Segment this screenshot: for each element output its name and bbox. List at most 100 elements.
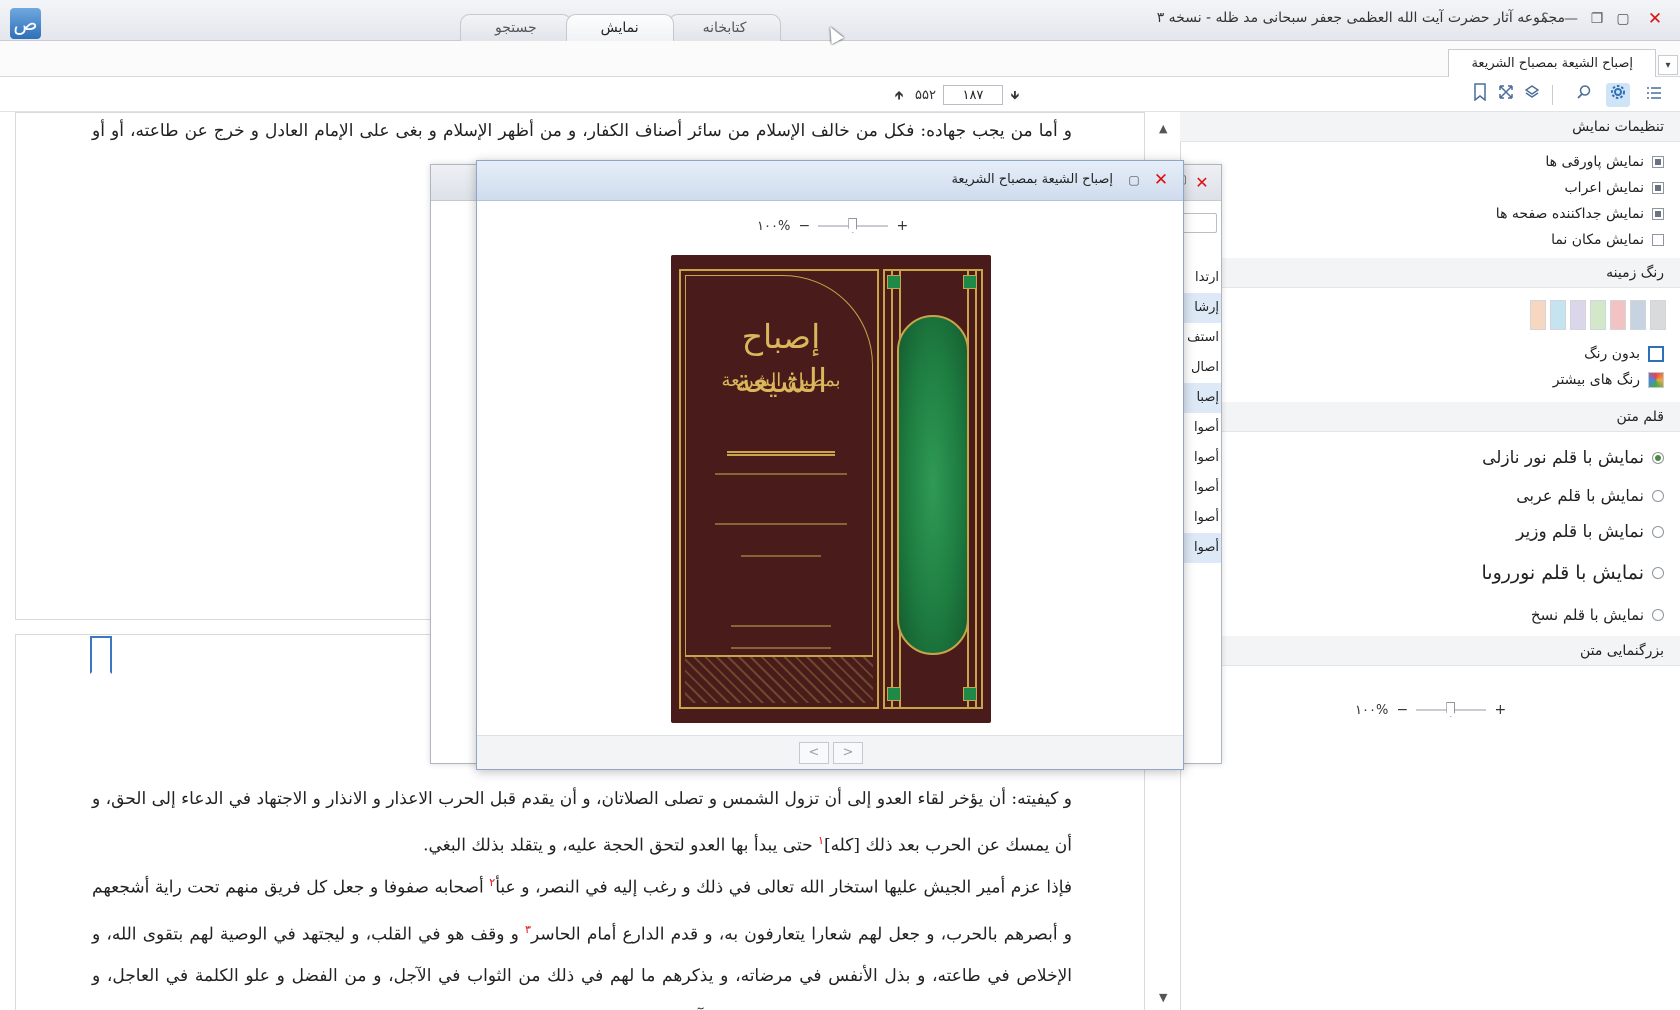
paragraph-text: و أما من يجب جهاده: فكل من خالف الإسلام … (111, 121, 1072, 141)
radio[interactable] (1652, 567, 1664, 579)
palette-icon (1648, 372, 1664, 388)
color-swatch[interactable] (1650, 300, 1666, 330)
radio[interactable] (1652, 452, 1664, 464)
font-option-naskh[interactable]: نمايش با قلم نسخ (1531, 606, 1664, 624)
logo-icon[interactable]: ص (10, 8, 41, 39)
close-icon[interactable]: ✕ (1151, 170, 1171, 190)
no-color-icon (1648, 346, 1664, 362)
dialog-title: إصباح الشيعة بمصباح الشريعة (951, 172, 1113, 187)
maximize-icon[interactable]: ▢ (1125, 171, 1143, 189)
corner-ornament (887, 275, 901, 289)
page-number-input[interactable] (942, 85, 1003, 105)
zoom-out-button[interactable]: − (796, 218, 812, 234)
zoom-slider-thumb[interactable] (1446, 702, 1456, 717)
fullscreen-icon[interactable] (1494, 83, 1518, 107)
zoom-value: ۱۰۰% (1355, 702, 1389, 718)
cover-editor-block (741, 555, 821, 575)
checkbox[interactable] (1652, 156, 1664, 168)
page-down-button[interactable]: 🡻 (1006, 85, 1024, 105)
next-image-button[interactable]: > (833, 742, 863, 764)
page-navigator: 🡹 ۵۵۲ 🡻 (890, 84, 1024, 106)
cover-bottom-band (685, 655, 873, 703)
option-label: نمايش با قلم نسخ (1530, 606, 1644, 624)
search-icon[interactable] (1572, 83, 1596, 107)
section-text-zoom: بزرگنمايى متن (1180, 636, 1680, 666)
cover-subtitle: بمصباح الشريعة (721, 370, 841, 391)
toolbar: 🡹 ۵۵۲ 🡻 (0, 77, 1680, 112)
font-option-vazir[interactable]: نمايش با قلم وزير (1516, 522, 1664, 542)
cover-author-block (715, 473, 847, 525)
section-background-color: رنگ زمينه (1180, 258, 1680, 288)
option-page-separators[interactable]: نمايش جداكننده صفحه ها (1496, 206, 1664, 222)
color-swatch[interactable] (1550, 300, 1566, 330)
option-label: نمايش پاورقى ها (1545, 154, 1644, 170)
app-window: ص کتابخانه نمایش جستجو مجموعه آثار حضرت … (0, 0, 1680, 1010)
display-settings-panel: تنظيمات نمايش نمايش پاورقى ها نمايش اعرا… (1180, 112, 1680, 1010)
zoom-slider[interactable] (818, 218, 889, 233)
close-button[interactable]: ✕ (1644, 9, 1666, 29)
font-option-arabic[interactable]: نمايش با قلم عربى (1516, 486, 1664, 505)
zoom-slider-thumb[interactable] (848, 218, 858, 233)
cover-ornament (897, 315, 969, 655)
option-label: نمايش با قلم نور نازلى (1482, 448, 1644, 468)
scroll-down-icon[interactable]: ▼ (1159, 991, 1167, 1004)
document-tab[interactable]: إصباح الشيعة بمصباح الشريعة (1448, 49, 1656, 77)
chevron-down-icon[interactable]: ▾ (1658, 55, 1678, 75)
option-label: نمايش با قلم عربى (1516, 486, 1644, 505)
restore-button[interactable]: ❐ (1586, 9, 1608, 29)
help-button[interactable]: ؟ (1534, 9, 1556, 29)
option-label: نمايش با قلم وزير (1516, 522, 1644, 542)
font-option-nazli[interactable]: نمايش با قلم نور نازلى (1482, 448, 1664, 468)
layers-icon[interactable] (1520, 83, 1544, 107)
option-footnotes[interactable]: نمايش پاورقى ها (1545, 154, 1664, 170)
book-cover-image: إصباح الشيعة بمصباح الشريعة (671, 255, 991, 723)
maximize-button[interactable]: ▢ (1612, 9, 1634, 29)
radio[interactable] (1652, 526, 1664, 538)
corner-ornament (963, 275, 977, 289)
radio[interactable] (1652, 489, 1664, 502)
previous-image-button[interactable]: < (799, 742, 829, 764)
spine-stripe (891, 269, 893, 709)
minimize-button[interactable]: — (1560, 9, 1582, 29)
window-title: مجموعه آثار حضرت آيت الله العظمى جعفر سب… (1156, 10, 1565, 26)
color-swatch[interactable] (1590, 300, 1606, 330)
scroll-up-icon[interactable]: ▲ (1159, 122, 1167, 135)
zoom-out-button[interactable]: − (1394, 702, 1410, 718)
section-display-settings: تنظيمات نمايش (1180, 112, 1680, 142)
zoom-in-button[interactable]: + (894, 218, 910, 234)
cover-publisher-block (731, 625, 831, 649)
color-swatch[interactable] (1610, 300, 1626, 330)
color-swatch[interactable] (1530, 300, 1546, 330)
text-zoom-control: ۱۰۰% − + (1355, 702, 1508, 718)
checkbox[interactable] (1652, 182, 1664, 194)
tab-display[interactable]: نمایش (565, 14, 674, 41)
color-swatch[interactable] (1630, 300, 1646, 330)
page-total: ۵۵۲ (915, 87, 936, 103)
option-locator[interactable]: نمايش مكان نما (1551, 232, 1664, 248)
page-up-button[interactable]: 🡹 (890, 85, 908, 105)
option-label: نمايش مكان نما (1551, 232, 1644, 248)
color-swatch[interactable] (1570, 300, 1586, 330)
option-more-colors[interactable]: رنگ هاى بيشتر (1553, 372, 1664, 388)
bookmark-icon[interactable] (1468, 83, 1492, 107)
image-zoom-control: ۱۰۰% − + (757, 218, 910, 234)
cover-rule (727, 451, 835, 456)
font-option-noorroya[interactable]: نمايش با قلم نورروىا (1482, 562, 1664, 584)
option-diacritics[interactable]: نمايش اعراب (1564, 180, 1664, 196)
option-label: نمايش اعراب (1564, 180, 1645, 196)
option-label: نمايش جداكننده صفحه ها (1495, 206, 1644, 222)
tab-search[interactable]: جستجو (460, 14, 572, 41)
option-no-color[interactable]: بدون رنگ (1584, 346, 1664, 362)
settings-icon[interactable] (1606, 83, 1630, 107)
list-icon[interactable] (1642, 83, 1666, 107)
main-tabs: کتابخانه نمایش جستجو (460, 14, 782, 41)
checkbox[interactable] (1652, 234, 1664, 246)
zoom-in-button[interactable]: + (1492, 702, 1508, 718)
radio[interactable] (1652, 609, 1664, 621)
tab-library[interactable]: کتابخانه (667, 14, 782, 41)
zoom-slider[interactable] (1416, 702, 1487, 717)
spine-stripe (975, 269, 977, 709)
checkbox[interactable] (1652, 208, 1664, 220)
paragraph: و كيفيته: أن يؤخر لقاء العدو إلى أن تزول… (92, 778, 1072, 867)
close-icon[interactable]: ✕ (1191, 172, 1213, 194)
